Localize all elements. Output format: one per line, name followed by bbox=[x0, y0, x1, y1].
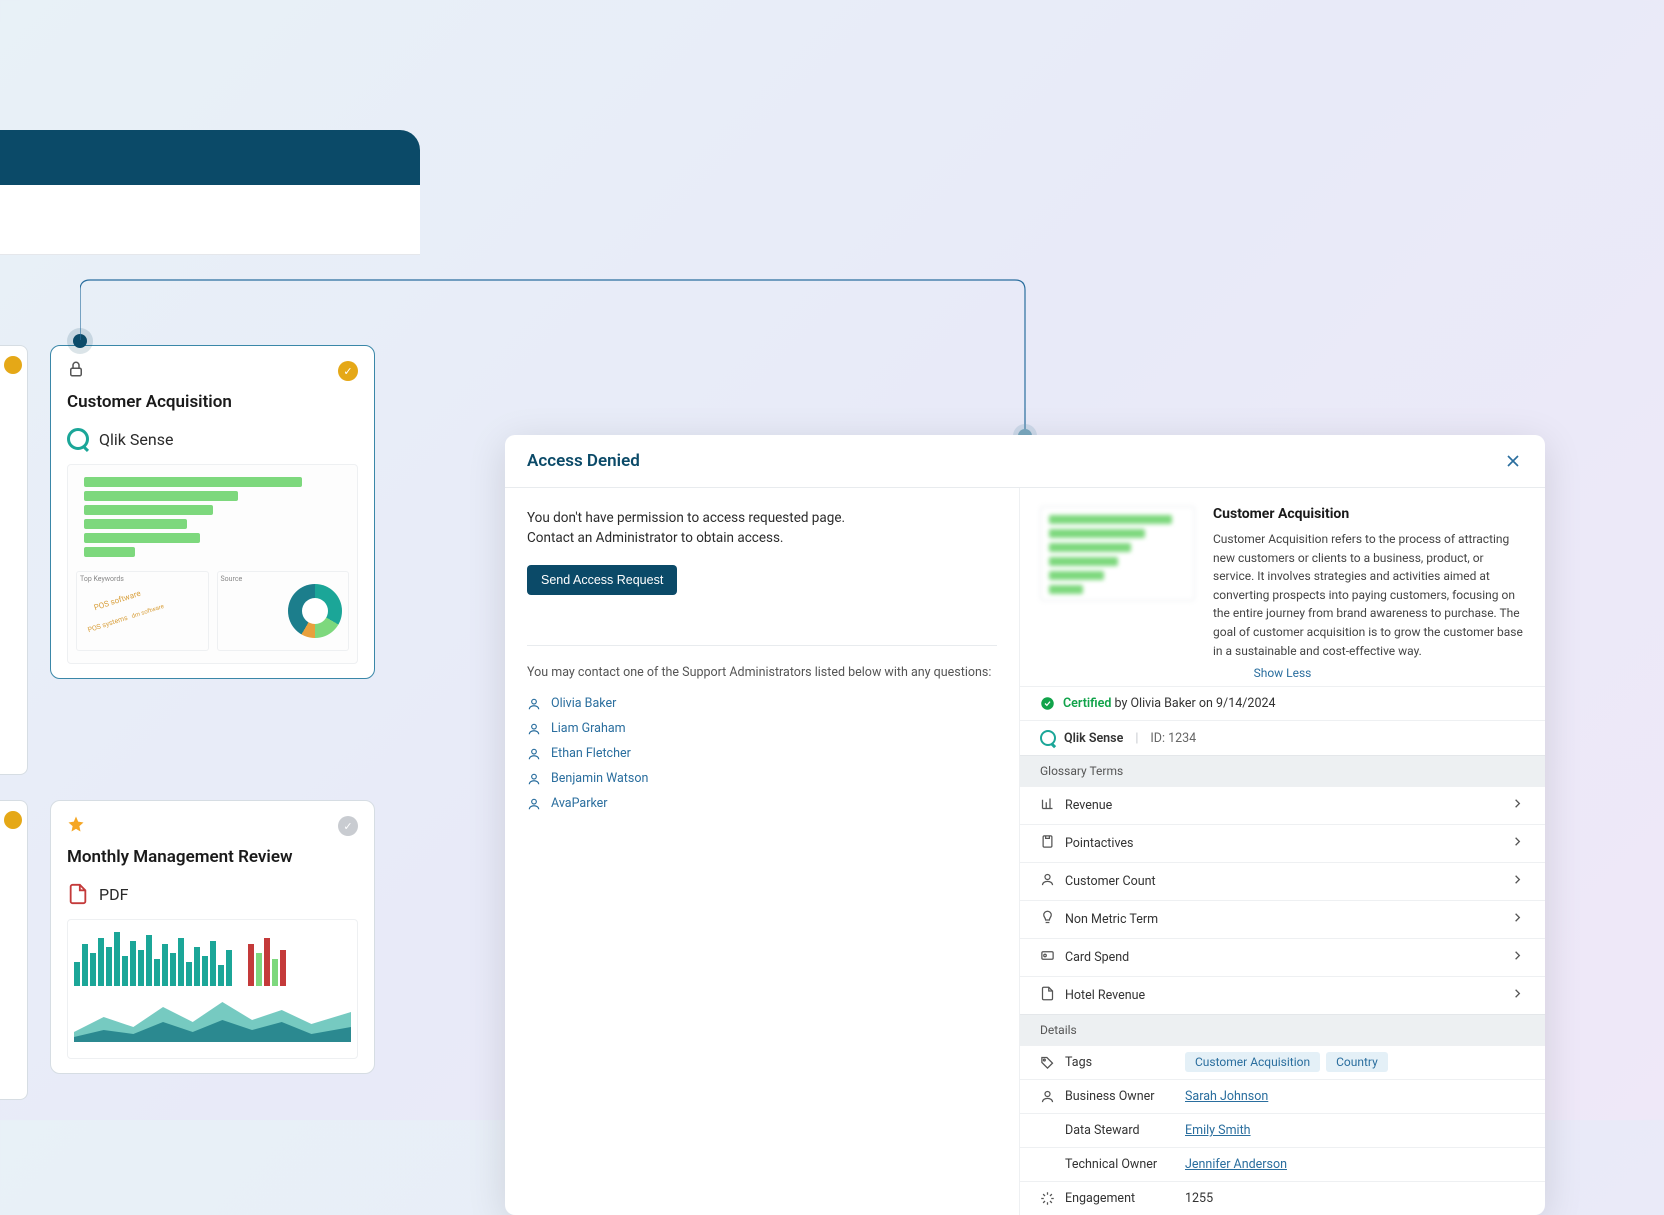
modal-right-pane: Customer Acquisition Customer Acquisitio… bbox=[1020, 488, 1545, 1215]
admin-item: AvaParker bbox=[527, 796, 997, 811]
admin-link[interactable]: Benjamin Watson bbox=[551, 771, 648, 786]
data-steward-row: Data Steward Emily Smith bbox=[1020, 1113, 1545, 1147]
certified-badge-icon bbox=[4, 811, 22, 829]
show-less-link[interactable]: Show Less bbox=[1020, 660, 1545, 686]
glossary-row[interactable]: Card Spend bbox=[1020, 938, 1545, 976]
admin-item: Ethan Fletcher bbox=[527, 746, 997, 761]
admin-item: Olivia Baker bbox=[527, 696, 997, 711]
previous-card-peek bbox=[0, 345, 28, 775]
admin-item: Liam Graham bbox=[527, 721, 997, 736]
pdf-icon bbox=[67, 883, 89, 905]
description-title: Customer Acquisition bbox=[1213, 506, 1525, 522]
description-text: Customer Acquisition refers to the proce… bbox=[1213, 530, 1525, 660]
check-circle-icon bbox=[1040, 696, 1055, 711]
chevron-right-icon bbox=[1510, 948, 1525, 967]
glossary-label: Revenue bbox=[1065, 798, 1112, 813]
admin-item: Benjamin Watson bbox=[527, 771, 997, 786]
chevron-right-icon bbox=[1510, 986, 1525, 1005]
tag-icon bbox=[1040, 1055, 1055, 1070]
connector-start-dot bbox=[73, 334, 87, 348]
technical-owner-row: Technical Owner Jennifer Anderson bbox=[1020, 1147, 1545, 1181]
admin-link[interactable]: Liam Graham bbox=[551, 721, 626, 736]
chevron-right-icon bbox=[1510, 834, 1525, 853]
certified-badge-icon: ✓ bbox=[338, 816, 358, 836]
chevron-right-icon bbox=[1510, 910, 1525, 929]
keywords-panel: Top Keywords POS software POS systems dm… bbox=[76, 571, 209, 651]
glossary-row[interactable]: Non Metric Term bbox=[1020, 900, 1545, 938]
glossary-row[interactable]: Pointactives bbox=[1020, 824, 1545, 862]
admin-link[interactable]: Ethan Fletcher bbox=[551, 746, 631, 761]
card-monthly-review[interactable]: ✓ Monthly Management Review PDF bbox=[50, 800, 375, 1074]
glossary-row[interactable]: Hotel Revenue bbox=[1020, 976, 1545, 1014]
deny-message: You don't have permission to access requ… bbox=[527, 508, 997, 549]
chart-thumbnail: Top Keywords POS software POS systems dm… bbox=[67, 464, 358, 664]
lock-icon bbox=[67, 360, 85, 382]
glossary-header: Glossary Terms bbox=[1020, 755, 1545, 786]
source-label: PDF bbox=[99, 885, 128, 904]
business-owner-link[interactable]: Sarah Johnson bbox=[1185, 1089, 1268, 1104]
source-row: Qlik Sense | ID: 1234 bbox=[1020, 720, 1545, 755]
technical-owner-link[interactable]: Jennifer Anderson bbox=[1185, 1157, 1287, 1172]
qlik-icon bbox=[1040, 730, 1056, 746]
tags-row: Tags Customer AcquisitionCountry bbox=[1020, 1045, 1545, 1079]
user-icon bbox=[527, 772, 541, 786]
contact-message: You may contact one of the Support Admin… bbox=[527, 664, 997, 683]
glossary-icon bbox=[1040, 948, 1055, 967]
glossary-label: Non Metric Term bbox=[1065, 912, 1158, 927]
app-toolbar bbox=[0, 185, 420, 255]
tag-chip[interactable]: Customer Acquisition bbox=[1185, 1052, 1320, 1072]
send-access-request-button[interactable]: Send Access Request bbox=[527, 565, 677, 595]
card-source: PDF bbox=[67, 883, 358, 905]
card-title: Customer Acquisition bbox=[67, 392, 358, 412]
admin-link[interactable]: Olivia Baker bbox=[551, 696, 616, 711]
certified-badge-icon: ✓ bbox=[338, 361, 358, 381]
chevron-right-icon bbox=[1510, 872, 1525, 891]
engagement-row: Engagement 1255 bbox=[1020, 1181, 1545, 1215]
card-source: Qlik Sense bbox=[67, 428, 358, 450]
data-steward-link[interactable]: Emily Smith bbox=[1185, 1123, 1251, 1138]
admin-list: Olivia Baker Liam Graham Ethan Fletcher Ben… bbox=[527, 696, 997, 811]
card-customer-acquisition[interactable]: ✓ Customer Acquisition Qlik Sense Top Ke… bbox=[50, 345, 375, 679]
glossary-row[interactable]: Revenue bbox=[1020, 786, 1545, 824]
star-icon bbox=[67, 815, 85, 837]
qlik-icon bbox=[67, 428, 89, 450]
certified-badge-icon bbox=[4, 356, 22, 374]
glossary-icon bbox=[1040, 910, 1055, 929]
source-panel: Source bbox=[217, 571, 350, 651]
access-denied-modal: Access Denied You don't have permission … bbox=[505, 435, 1545, 1215]
card-title: Monthly Management Review bbox=[67, 847, 358, 867]
blurred-thumbnail bbox=[1040, 506, 1195, 601]
divider bbox=[527, 645, 997, 646]
glossary-label: Hotel Revenue bbox=[1065, 988, 1145, 1003]
tag-chip[interactable]: Country bbox=[1326, 1052, 1388, 1072]
user-icon bbox=[527, 722, 541, 736]
previous-card-peek-2 bbox=[0, 800, 28, 1100]
glossary-label: Customer Count bbox=[1065, 874, 1156, 889]
close-button[interactable] bbox=[1503, 451, 1523, 471]
user-icon bbox=[1040, 1089, 1055, 1104]
chart-thumbnail bbox=[67, 919, 358, 1059]
sparkle-icon bbox=[1040, 1191, 1055, 1206]
chevron-right-icon bbox=[1510, 796, 1525, 815]
glossary-label: Card Spend bbox=[1065, 950, 1129, 965]
admin-link[interactable]: AvaParker bbox=[551, 796, 608, 811]
user-icon bbox=[527, 797, 541, 811]
user-icon bbox=[527, 697, 541, 711]
app-window bbox=[0, 130, 420, 255]
app-titlebar bbox=[0, 130, 420, 185]
modal-left-pane: You don't have permission to access requ… bbox=[505, 488, 1020, 1215]
glossary-icon bbox=[1040, 834, 1055, 853]
certified-row: Certified by Olivia Baker on 9/14/2024 bbox=[1020, 686, 1545, 720]
glossary-label: Pointactives bbox=[1065, 836, 1134, 851]
glossary-icon bbox=[1040, 796, 1055, 815]
user-icon bbox=[527, 747, 541, 761]
glossary-row[interactable]: Customer Count bbox=[1020, 862, 1545, 900]
glossary-icon bbox=[1040, 872, 1055, 891]
source-label: Qlik Sense bbox=[99, 430, 173, 449]
business-owner-row: Business Owner Sarah Johnson bbox=[1020, 1079, 1545, 1113]
details-header: Details bbox=[1020, 1014, 1545, 1045]
modal-title: Access Denied bbox=[527, 451, 640, 471]
glossary-icon bbox=[1040, 986, 1055, 1005]
donut-chart-icon bbox=[288, 584, 342, 638]
